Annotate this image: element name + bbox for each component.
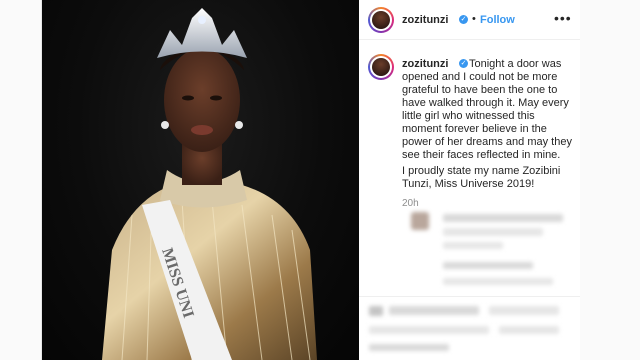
blurred-comment-line xyxy=(443,228,543,236)
blurred-comment-input xyxy=(369,326,489,334)
portrait-illustration: MISS UNI xyxy=(102,8,317,360)
blurred-comment-line xyxy=(443,242,503,249)
caption-block: Tonight a door was opened and I could no… xyxy=(359,40,580,210)
post-timestamp[interactable]: 20h xyxy=(402,198,419,209)
blurred-comment-line xyxy=(443,214,563,222)
post-photo[interactable]: MISS UNI xyxy=(42,0,359,360)
verified-badge-icon: ✓ xyxy=(459,15,468,24)
post-side-panel: zozitunzi ✓ • Follow ••• Tonight a door … xyxy=(359,0,580,360)
separator-dot: • xyxy=(472,13,476,25)
follow-button[interactable]: Follow xyxy=(480,14,515,26)
verified-badge-icon: ✓ xyxy=(459,59,468,68)
instagram-post: MISS UNI zozitunzi ✓ • Follow ••• Tonigh… xyxy=(41,0,580,360)
blurred-likes-line xyxy=(489,306,559,315)
more-options-icon[interactable]: ••• xyxy=(554,10,572,26)
blurred-action-icon xyxy=(369,306,383,316)
actions-divider xyxy=(359,296,580,297)
blurred-comment-input xyxy=(499,326,559,334)
face-shape xyxy=(164,48,240,152)
caption-text: Tonight a door was opened and I could no… xyxy=(402,58,572,161)
blurred-comment-avatar xyxy=(411,212,429,230)
avatar[interactable] xyxy=(368,7,394,33)
caption-text-second-paragraph: I proudly state my name Zozibini Tunzi, … xyxy=(402,165,561,190)
username-link[interactable]: zozitunzi xyxy=(402,14,448,26)
blurred-comment-line xyxy=(443,262,533,269)
crown-shape xyxy=(157,8,247,58)
blurred-likes-line xyxy=(389,306,479,315)
caption-avatar[interactable] xyxy=(368,54,394,80)
blurred-comment-line xyxy=(443,278,553,285)
blurred-footer-line xyxy=(369,344,449,351)
caption-username-link[interactable]: zozitunzi xyxy=(402,58,448,70)
post-header: zozitunzi ✓ • Follow ••• xyxy=(359,0,580,40)
